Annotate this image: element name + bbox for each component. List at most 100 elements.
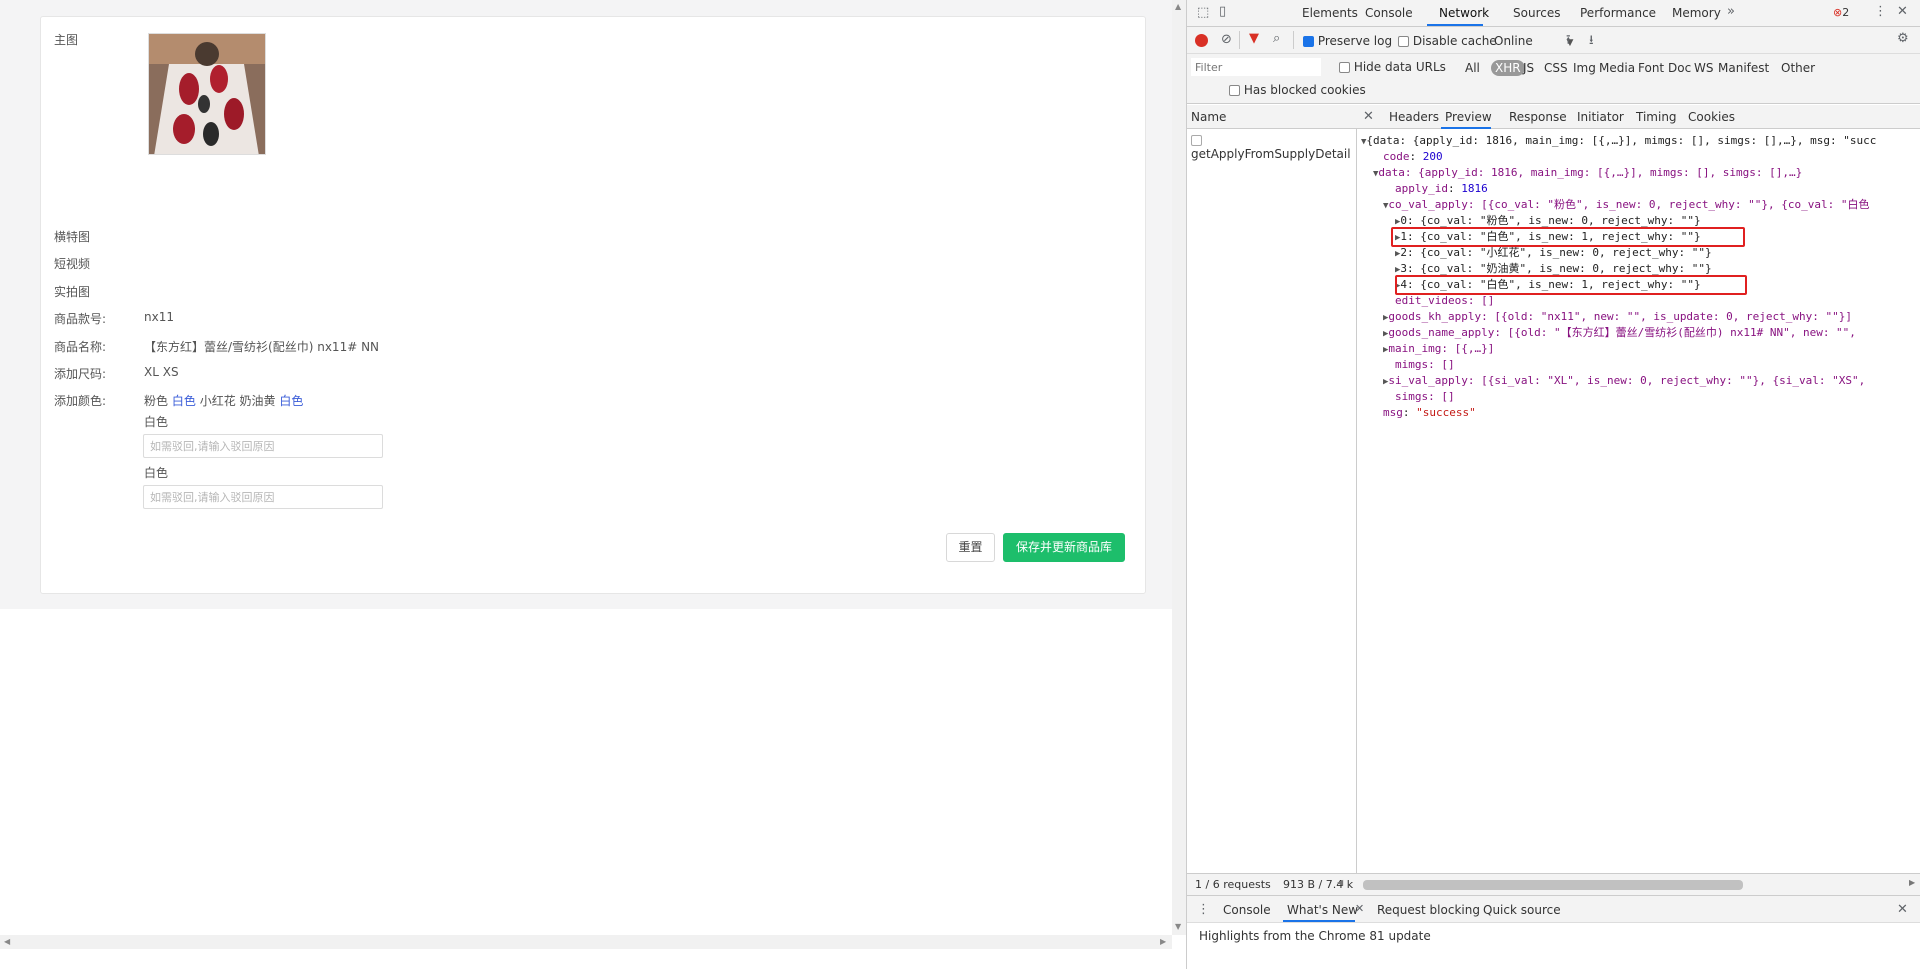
inspect-element-icon[interactable]: ⬚ bbox=[1197, 5, 1209, 20]
device-toolbar-icon[interactable]: ▯ bbox=[1219, 4, 1226, 19]
drawer-tab-console[interactable]: Console bbox=[1223, 903, 1271, 917]
disable-cache-label: Disable cache bbox=[1412, 34, 1497, 48]
reject-field-label: 白色 bbox=[144, 466, 169, 480]
vertical-scrollbar[interactable]: ▲ ▼ bbox=[1172, 0, 1186, 935]
import-har-icon[interactable]: ⭱ bbox=[1566, 31, 1571, 53]
tab-elements[interactable]: Elements bbox=[1302, 6, 1358, 20]
error-icon: ⊗ bbox=[1833, 6, 1843, 19]
reject-reason-input[interactable] bbox=[143, 434, 383, 458]
scroll-left-icon[interactable]: ◀ bbox=[1337, 878, 1343, 887]
scroll-right-icon[interactable]: ▶ bbox=[1909, 878, 1915, 887]
drawer-tab-quick-source[interactable]: Quick source bbox=[1483, 903, 1561, 917]
tab-memory[interactable]: Memory bbox=[1672, 6, 1721, 20]
tab-network[interactable]: Network bbox=[1439, 6, 1489, 20]
type-filter-js[interactable]: JS bbox=[1523, 61, 1534, 75]
network-filter-bar: Hide data URLs All XHR JS CSS Img Media … bbox=[1187, 54, 1920, 104]
reset-button[interactable]: 重置 bbox=[946, 533, 995, 562]
name-column-header[interactable]: Name bbox=[1187, 105, 1357, 129]
type-filter-xhr[interactable]: XHR bbox=[1491, 60, 1525, 76]
json-line[interactable]: ▶main_img: [{,…}] bbox=[1383, 341, 1494, 357]
json-string: "success" bbox=[1416, 406, 1476, 419]
throttle-select[interactable]: Online ▼ bbox=[1494, 34, 1573, 48]
more-tabs-icon[interactable]: » bbox=[1727, 4, 1735, 19]
type-filter-doc[interactable]: Doc bbox=[1668, 61, 1691, 75]
network-toolbar: ⊘ ▼ ⌕ Preserve log Disable cache Online … bbox=[1187, 27, 1920, 54]
active-tab-indicator bbox=[1427, 24, 1483, 26]
main-image-thumbnail[interactable] bbox=[148, 33, 266, 155]
filter-icon[interactable]: ▼ bbox=[1249, 31, 1259, 46]
drawer-menu-icon[interactable]: ⋮ bbox=[1197, 902, 1210, 917]
json-line: edit_videos: [] bbox=[1395, 294, 1495, 307]
checkbox-checked-icon bbox=[1303, 36, 1314, 47]
close-icon[interactable]: ✕ bbox=[1355, 902, 1364, 915]
color-item: 粉色 bbox=[144, 394, 169, 408]
hide-data-urls-checkbox[interactable]: Hide data URLs bbox=[1339, 60, 1446, 74]
request-count: 1 / 6 requests bbox=[1195, 878, 1271, 891]
tab-preview[interactable]: Preview bbox=[1445, 110, 1492, 124]
json-array-item[interactable]: ▶2: {co_val: "小红花", is_new: 0, reject_wh… bbox=[1395, 245, 1712, 261]
preserve-log-checkbox[interactable]: Preserve log bbox=[1303, 34, 1392, 48]
close-drawer-icon[interactable]: ✕ bbox=[1897, 902, 1908, 917]
type-filter-img[interactable]: Img bbox=[1573, 61, 1596, 75]
json-line[interactable]: ▶goods_name_apply: [{old: "【东方红】蕾丝/雪纺衫(配… bbox=[1383, 325, 1856, 341]
json-text: 3: {co_val: "奶油黄", is_new: 0, reject_why… bbox=[1400, 262, 1712, 275]
style-no-value: nx11 bbox=[144, 310, 174, 324]
tab-response[interactable]: Response bbox=[1509, 110, 1567, 124]
json-root-line[interactable]: ▼{data: {apply_id: 1816, main_img: [{,…}… bbox=[1361, 133, 1876, 149]
json-line[interactable]: ▶si_val_apply: [{si_val: "XL", is_new: 0… bbox=[1383, 373, 1865, 389]
clear-icon[interactable]: ⊘ bbox=[1221, 32, 1232, 47]
tab-sources[interactable]: Sources bbox=[1513, 6, 1560, 20]
close-icon[interactable]: ✕ bbox=[1897, 4, 1908, 19]
type-filter-manifest[interactable]: Manifest bbox=[1718, 61, 1769, 75]
tab-performance[interactable]: Performance bbox=[1580, 6, 1656, 20]
request-row[interactable]: getApplyFromSupplyDetail bbox=[1187, 130, 1357, 161]
scroll-left-icon[interactable]: ◀ bbox=[4, 937, 10, 946]
type-filter-font[interactable]: Font bbox=[1638, 61, 1664, 75]
request-name: getApplyFromSupplyDetail bbox=[1191, 147, 1351, 161]
export-har-icon[interactable]: ⭳ bbox=[1589, 31, 1594, 53]
tab-headers[interactable]: Headers bbox=[1389, 110, 1439, 124]
scroll-down-icon[interactable]: ▼ bbox=[1175, 922, 1181, 931]
type-filter-all[interactable]: All bbox=[1465, 61, 1480, 75]
json-co-val-line[interactable]: ▼co_val_apply: [{co_val: "粉色", is_new: 0… bbox=[1383, 197, 1870, 213]
scroll-up-icon[interactable]: ▲ bbox=[1175, 2, 1181, 11]
search-icon[interactable]: ⌕ bbox=[1273, 31, 1280, 46]
style-no-label: 商品款号: bbox=[54, 312, 107, 326]
tab-initiator[interactable]: Initiator bbox=[1577, 110, 1624, 124]
preview-horizontal-scrollbar-thumb[interactable] bbox=[1363, 880, 1743, 890]
active-detail-tab-indicator bbox=[1441, 127, 1491, 129]
drawer-tab-whats-new[interactable]: What's New bbox=[1287, 903, 1358, 917]
short-video-label: 短视频 bbox=[54, 257, 91, 271]
type-filter-ws[interactable]: WS bbox=[1694, 61, 1713, 75]
json-data-line[interactable]: ▼data: {apply_id: 1816, main_img: [{,…}]… bbox=[1373, 165, 1802, 181]
json-number: 1816 bbox=[1461, 182, 1488, 195]
disable-cache-checkbox[interactable]: Disable cache bbox=[1398, 34, 1497, 48]
filter-input[interactable] bbox=[1191, 58, 1321, 76]
has-blocked-cookies-checkbox[interactable]: Has blocked cookies bbox=[1229, 83, 1366, 97]
tab-timing[interactable]: Timing bbox=[1636, 110, 1677, 124]
settings-gear-icon[interactable]: ⚙ bbox=[1897, 31, 1909, 46]
goods-detail-card: 主图 横特图 短视频 实拍图 商品款号: nx11 商品名称: 【东方红】蕾丝/… bbox=[40, 16, 1146, 594]
json-text: main_img: [{,…}] bbox=[1388, 342, 1495, 355]
json-line: msg: "success" bbox=[1383, 406, 1476, 419]
record-icon[interactable] bbox=[1195, 34, 1208, 47]
type-filter-css[interactable]: CSS bbox=[1544, 61, 1568, 75]
save-and-update-button[interactable]: 保存并更新商品库 bbox=[1003, 533, 1125, 562]
drawer-tab-request-blocking[interactable]: Request blocking bbox=[1377, 903, 1480, 917]
scroll-right-icon[interactable]: ▶ bbox=[1160, 937, 1166, 946]
json-line[interactable]: ▶goods_kh_apply: [{old: "nx11", new: "",… bbox=[1383, 309, 1852, 325]
error-counter[interactable]: ⊗2 bbox=[1833, 6, 1849, 19]
type-filter-media[interactable]: Media bbox=[1599, 61, 1635, 75]
reject-reason-input[interactable] bbox=[143, 485, 383, 509]
tab-cookies[interactable]: Cookies bbox=[1688, 110, 1735, 124]
color-item: 小红花 bbox=[199, 394, 236, 408]
kebab-menu-icon[interactable]: ⋮ bbox=[1874, 4, 1887, 19]
close-detail-icon[interactable]: ✕ bbox=[1363, 109, 1374, 124]
hide-data-urls-label: Hide data URLs bbox=[1353, 60, 1446, 74]
horizontal-scrollbar[interactable]: ◀ ▶ bbox=[0, 935, 1172, 949]
type-filter-other[interactable]: Other bbox=[1781, 61, 1815, 75]
request-list: Name getApplyFromSupplyDetail bbox=[1187, 105, 1357, 895]
tab-console[interactable]: Console bbox=[1365, 6, 1413, 20]
highlight-box bbox=[1391, 227, 1745, 247]
devtools-tab-bar: ⬚ ▯ Elements Console Network Sources Per… bbox=[1187, 0, 1920, 27]
